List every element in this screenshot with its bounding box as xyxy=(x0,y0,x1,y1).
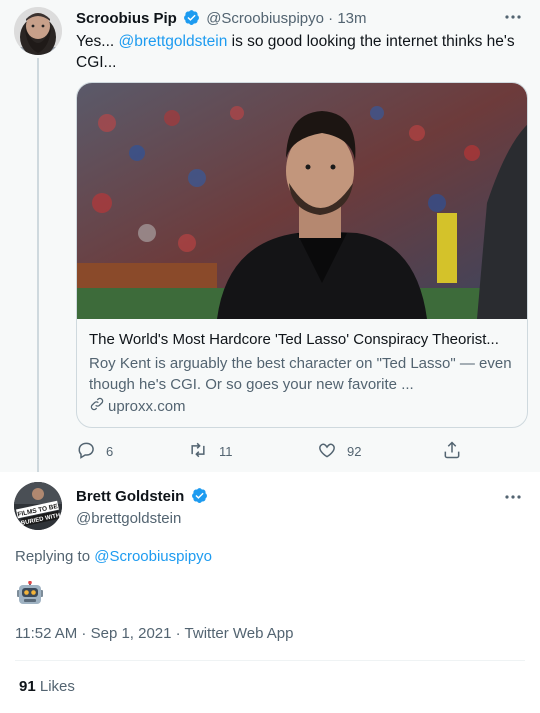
reply-button[interactable]: 6 xyxy=(76,440,113,463)
share-icon xyxy=(442,440,462,463)
like-count: 92 xyxy=(347,444,362,459)
author-handle[interactable]: @Scroobiuspipyo xyxy=(206,10,324,27)
heart-icon xyxy=(317,440,337,463)
retweet-count: 11 xyxy=(219,444,233,459)
reply-icon xyxy=(76,440,96,463)
like-button[interactable]: 92 xyxy=(317,440,361,463)
more-options-icon[interactable] xyxy=(504,8,522,26)
card-title[interactable]: The World's Most Hardcore 'Ted Lasso' Co… xyxy=(89,330,515,350)
tweet-meta[interactable]: 11:52 AM · Sep 1, 2021 · Twitter Web App xyxy=(15,624,294,644)
card-image xyxy=(77,83,527,319)
thread-line xyxy=(37,58,39,483)
tweet-actions: 6 11 92 xyxy=(76,440,476,462)
card-domain[interactable]: uproxx.com xyxy=(89,396,515,418)
tweet-text: Yes... @brettgoldstein is so good lookin… xyxy=(76,31,522,73)
card-description: Roy Kent is arguably the best character … xyxy=(89,355,512,393)
verified-badge-icon xyxy=(183,9,200,32)
likes-count: 91 xyxy=(19,678,36,695)
likes-label: Likes xyxy=(35,678,75,695)
link-card[interactable]: The World's Most Hardcore 'Ted Lasso' Co… xyxy=(76,82,528,428)
share-button[interactable] xyxy=(442,440,462,463)
tweet-text-start: Yes... xyxy=(76,33,119,50)
divider xyxy=(15,660,525,661)
replying-prefix: Replying to xyxy=(15,548,95,565)
card-domain-text: uproxx.com xyxy=(108,398,186,415)
more-options-icon[interactable] xyxy=(504,488,522,506)
reply-author-name-text: Brett Goldstein xyxy=(76,488,185,505)
reply-author-name[interactable]: Brett Goldstein xyxy=(76,487,210,510)
reply-author-handle[interactable]: @brettgoldstein xyxy=(76,509,181,529)
retweet-icon xyxy=(187,440,209,463)
tweet-time[interactable]: · 13m xyxy=(324,10,366,27)
robot-face-icon xyxy=(16,580,44,605)
avatar-scroobius-pip[interactable] xyxy=(14,7,62,55)
link-icon xyxy=(89,396,105,418)
parent-tweet[interactable]: Scroobius Pip @Scroobiuspipyo · 13m Yes.… xyxy=(0,0,540,483)
replying-to: Replying to @Scroobiuspipyo xyxy=(15,547,212,567)
avatar-brett-goldstein[interactable]: FILMS TO BE BURIED WITH xyxy=(14,482,62,530)
retweet-button[interactable]: 11 xyxy=(187,440,233,463)
reply-count: 6 xyxy=(106,444,114,459)
reply-tweet: FILMS TO BE BURIED WITH Brett Goldstein … xyxy=(0,472,540,713)
parent-header: Scroobius Pip @Scroobiuspipyo · 13m xyxy=(76,9,367,32)
replying-to-link[interactable]: @Scroobiuspipyo xyxy=(94,548,212,565)
verified-badge-icon xyxy=(191,487,208,510)
likes-summary[interactable]: 91 Likes xyxy=(19,677,75,697)
mention-link[interactable]: @brettgoldstein xyxy=(119,33,228,50)
author-name[interactable]: Scroobius Pip xyxy=(76,10,177,27)
